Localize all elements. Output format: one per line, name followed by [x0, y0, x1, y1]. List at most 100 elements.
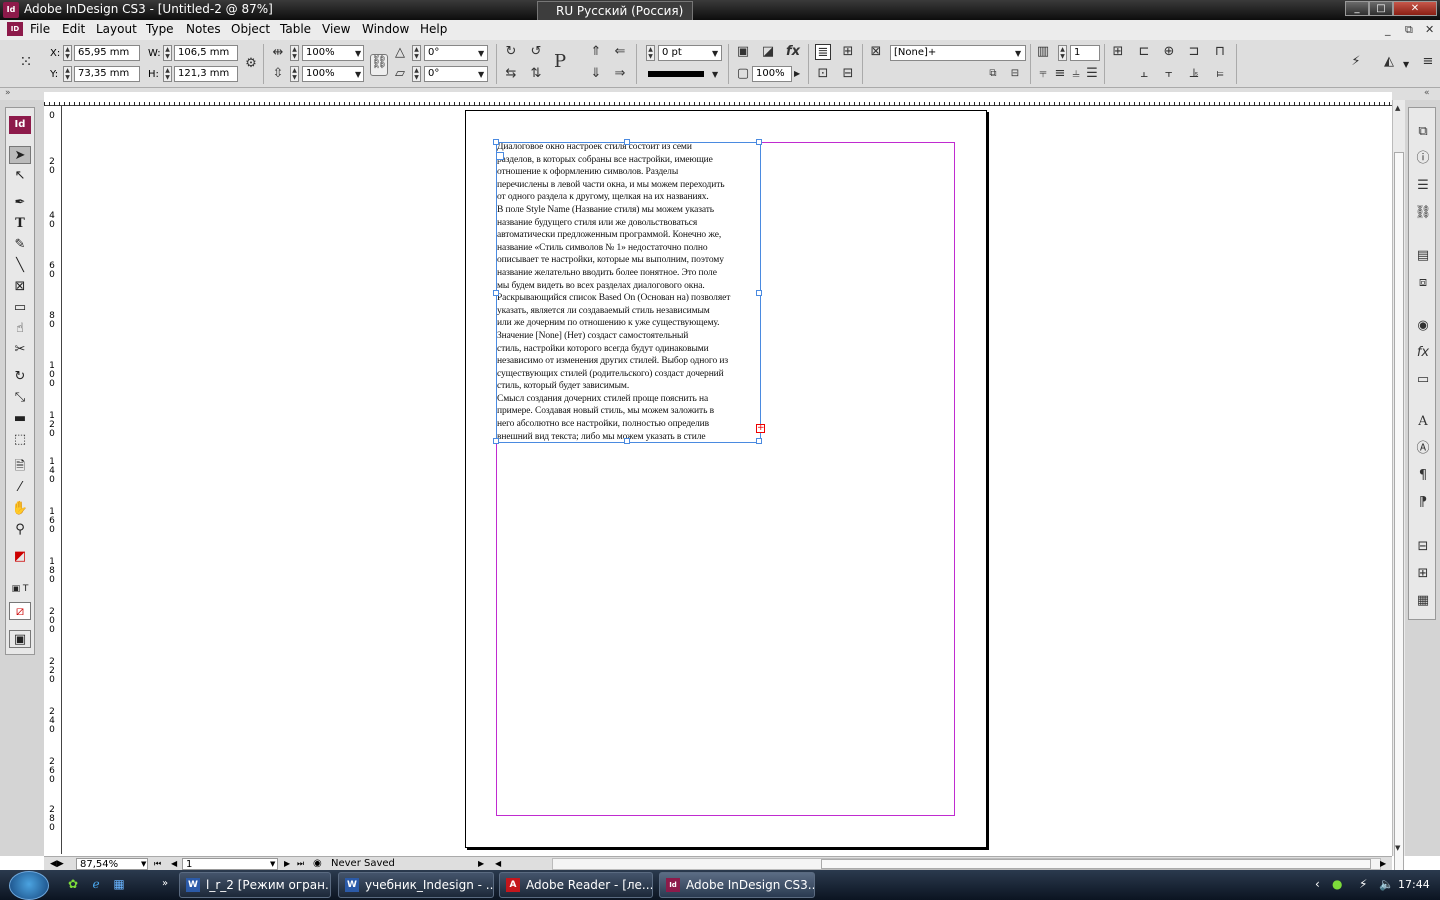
reference-point-icon[interactable]: ⁙ [18, 54, 34, 70]
vertical-ruler[interactable]: 0 2 0 4 0 6 0 8 0 1 0 0 1 2 0 1 4 0 1 6 0 1 8 0 2 … [44, 106, 62, 854]
chevron-down-icon[interactable]: ▼ [355, 49, 361, 58]
swatches-panel-icon[interactable]: ⧈ [1413, 274, 1433, 292]
note-tool-icon[interactable]: 🗎 [9, 458, 31, 476]
language-indicator[interactable]: RU Русский (Россия) [537, 1, 693, 21]
frame-handle[interactable] [493, 139, 499, 145]
eyedropper-tool-icon[interactable]: ⁄ [9, 479, 31, 497]
chevron-right-icon[interactable]: ▶ [794, 69, 800, 78]
show-desktop-icon[interactable]: ▦ [112, 877, 126, 891]
links-panel-icon[interactable]: ⛓ [1413, 204, 1433, 222]
overset-text-icon[interactable]: + [756, 424, 765, 433]
constrain-proportions-icon[interactable]: ⚙ [243, 56, 259, 72]
distribute-top-icon[interactable]: ⫠ [1136, 66, 1152, 82]
align-center-icon[interactable]: ≡ [1052, 66, 1068, 82]
menu-notes[interactable]: Notes [186, 22, 221, 36]
clear-overrides-icon[interactable]: ⧉ [985, 66, 1001, 82]
rectangle-tool-icon[interactable]: ▭ [9, 299, 31, 317]
scroll-up-icon[interactable]: ▲ [1395, 104, 1400, 112]
rotate-cw-icon[interactable]: ↻ [503, 44, 519, 60]
first-page-icon[interactable]: ⏮ [154, 858, 161, 870]
select-previous-icon[interactable]: ⇐ [612, 44, 628, 60]
text-wrap-icon[interactable]: ▣ [735, 44, 751, 60]
ie-icon[interactable]: ℯ [89, 877, 103, 891]
last-page-icon[interactable]: ⏭ [297, 858, 304, 870]
page-number-field[interactable]: 1 [182, 858, 278, 870]
menu-table[interactable]: Table [280, 22, 311, 36]
zoom-tool-icon[interactable]: ⚲ [9, 521, 31, 539]
link-proportions-icon[interactable]: ⛓ [370, 54, 388, 76]
frame-handle[interactable] [756, 290, 762, 296]
effects-fx-icon[interactable]: fx [785, 44, 801, 60]
minimize-button[interactable]: _ [1345, 1, 1369, 16]
stroke-panel-icon[interactable]: ▤ [1413, 247, 1433, 265]
scissors-tool-icon[interactable]: ✂ [9, 341, 31, 359]
stroke-weight-stepper[interactable]: ▲ ▼ [646, 45, 655, 61]
doc-restore-button[interactable]: ⧉ [1405, 23, 1413, 37]
w-stepper[interactable]: ▲ ▼ [163, 45, 172, 61]
button-tool-icon[interactable]: ☝ [9, 320, 31, 338]
menu-object[interactable]: Object [231, 22, 270, 36]
status-menu-icon[interactable]: ▶ [478, 858, 484, 870]
character-panel-icon[interactable]: A [1413, 413, 1433, 431]
text-frame[interactable] [493, 139, 762, 444]
x-stepper[interactable]: ▲ ▼ [63, 45, 72, 61]
distribute-center-icon[interactable]: ⫟ [1161, 66, 1177, 82]
frame-handle[interactable] [756, 438, 762, 444]
start-button[interactable] [9, 871, 49, 900]
taskbar-button-active[interactable]: Id Adobe InDesign CS3... [659, 872, 815, 898]
menu-view[interactable]: View [322, 22, 350, 36]
drop-shadow-icon[interactable]: ◪ [760, 44, 776, 60]
align-horizontal-centers-icon[interactable]: ⊕ [1161, 44, 1177, 60]
pen-tool-icon[interactable]: ✒ [9, 194, 31, 212]
direct-selection-tool-icon[interactable]: ↖ [9, 167, 31, 185]
rectangle-frame-tool-icon[interactable]: ⊠ [9, 278, 31, 296]
distribute-spacing-icon[interactable]: ⫢ [1212, 66, 1228, 82]
character-styles-icon[interactable]: Ⓐ [1413, 440, 1433, 458]
paragraph-styles-icon[interactable]: ⁋ [1413, 494, 1433, 512]
chevron-down-icon[interactable]: ▼ [1403, 60, 1409, 69]
scroll-left-icon[interactable]: ◀ [495, 858, 501, 870]
fill-stroke-swatch-icon[interactable]: ◩ [9, 548, 31, 566]
x-field[interactable]: 65,95 mm [74, 45, 140, 61]
layers-panel-icon[interactable]: ☰ [1413, 177, 1433, 195]
shear-stepper[interactable]: ▲ ▼ [412, 66, 421, 82]
horizontal-scrollbar[interactable] [552, 858, 1381, 870]
align-bottom-icon[interactable]: ⫨ [1068, 66, 1084, 82]
document-icon[interactable]: ID [7, 22, 23, 36]
formatting-affects-icon[interactable]: ▣ T [9, 580, 31, 598]
clock[interactable]: 17:44 [1398, 878, 1430, 891]
info-panel-icon[interactable]: ⓘ [1413, 150, 1433, 168]
panel-menu-icon[interactable]: ≡ [1420, 54, 1436, 70]
free-transform-tool-icon[interactable]: ⬚ [9, 431, 31, 449]
frame-handle[interactable] [756, 139, 762, 145]
chevron-down-icon[interactable]: ▼ [478, 70, 484, 79]
object-style-select[interactable]: [None]+ [890, 45, 1026, 61]
auto-fit-icon[interactable]: ⊞ [1110, 44, 1126, 60]
doc-minimize-button[interactable]: _ [1385, 23, 1391, 36]
rotate-tool-icon[interactable]: ↻ [9, 368, 31, 386]
rotate-ccw-icon[interactable]: ↺ [528, 44, 544, 60]
chevron-down-icon[interactable]: ▼ [270, 858, 275, 870]
view-mode-icon[interactable]: ▣ [9, 630, 31, 648]
center-content-icon[interactable]: ⊟ [840, 66, 856, 82]
collapse-panels-icon[interactable]: « [1424, 88, 1430, 98]
chevron-down-icon[interactable]: ▼ [478, 49, 484, 58]
align-right-edges-icon[interactable]: ⊐ [1186, 44, 1202, 60]
paragraph-panel-icon[interactable]: ¶ [1413, 467, 1433, 485]
close-button[interactable]: ✕ [1393, 1, 1437, 16]
chevron-down-icon[interactable]: ▼ [1015, 49, 1021, 58]
select-next-icon[interactable]: ⇒ [612, 66, 628, 82]
scroll-down-icon[interactable]: ▼ [1395, 844, 1400, 852]
menu-layout[interactable]: Layout [96, 22, 137, 36]
chevron-down-icon[interactable]: ▼ [712, 70, 718, 79]
frame-handle[interactable] [624, 139, 630, 145]
more-quicklaunch-icon[interactable]: » [158, 877, 172, 891]
table-styles-icon[interactable]: ⊞ [1413, 565, 1433, 583]
scale-y-stepper[interactable]: ▲ ▼ [290, 66, 299, 82]
frame-handle[interactable] [624, 438, 630, 444]
next-page-icon[interactable]: ▶ [284, 858, 290, 870]
color-panel-icon[interactable]: ◉ [1413, 317, 1433, 335]
align-left-edges-icon[interactable]: ⊏ [1136, 44, 1152, 60]
paragraph-p-icon[interactable]: P [552, 53, 568, 71]
h-field[interactable]: 121,3 mm [174, 66, 238, 82]
